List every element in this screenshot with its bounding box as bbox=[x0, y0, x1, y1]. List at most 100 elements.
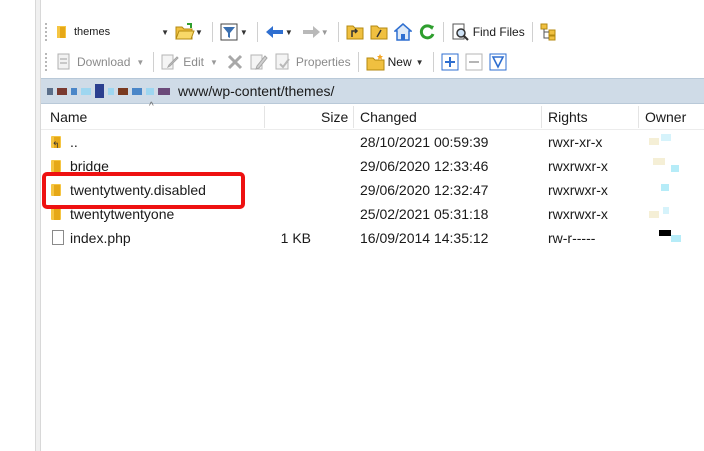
root-directory-button[interactable] bbox=[367, 21, 391, 43]
remote-file-list[interactable]: Name ^ Size Changed Rights Owner ↰ .. 28… bbox=[41, 101, 704, 451]
toolbar-separator bbox=[153, 52, 155, 72]
file-changed: 25/02/2021 05:31:18 bbox=[360, 206, 489, 222]
chevron-down-icon[interactable]: ▼ bbox=[195, 28, 203, 37]
toolbar-separator bbox=[357, 52, 359, 72]
toolbar-file-actions: Download ▼ Edit ▼ Properties New ▼ bbox=[41, 47, 704, 77]
chevron-down-icon[interactable]: ▼ bbox=[161, 28, 169, 37]
chevron-down-icon[interactable]: ▼ bbox=[321, 28, 329, 37]
home-icon bbox=[392, 23, 413, 41]
properties-icon bbox=[274, 53, 292, 71]
file-size bbox=[251, 154, 311, 178]
arrow-right-icon bbox=[301, 23, 320, 41]
minus-icon bbox=[465, 53, 483, 71]
download-icon bbox=[55, 53, 73, 71]
location-combo-value: themes bbox=[74, 26, 111, 38]
rename-button[interactable] bbox=[247, 51, 271, 73]
file-name: .. bbox=[70, 134, 78, 150]
redacted-owner bbox=[659, 230, 671, 236]
edit-label: Edit bbox=[183, 55, 204, 69]
column-header-changed[interactable]: Changed bbox=[360, 104, 417, 130]
redacted-owner bbox=[661, 134, 671, 141]
file-rights: rwxrwxr-x bbox=[548, 182, 608, 198]
toolbar-grip[interactable] bbox=[45, 53, 48, 71]
redacted-owner bbox=[653, 158, 665, 165]
folder-icon bbox=[50, 206, 66, 222]
edit-icon bbox=[161, 53, 180, 71]
download-button[interactable]: Download ▼ bbox=[52, 51, 149, 73]
redacted-owner bbox=[671, 235, 681, 242]
column-header-name[interactable]: Name bbox=[50, 104, 87, 130]
redacted-owner bbox=[649, 138, 659, 145]
toolbar-grip[interactable] bbox=[45, 23, 48, 41]
path-bar[interactable]: www/wp-content/themes/ bbox=[41, 78, 704, 104]
column-divider[interactable] bbox=[638, 106, 639, 128]
file-changed: 29/06/2020 12:33:46 bbox=[360, 158, 489, 174]
file-row[interactable]: twentytwenty.disabled 29/06/2020 12:32:4… bbox=[41, 178, 704, 202]
file-name: twentytwenty.disabled bbox=[70, 182, 206, 198]
select-files-button[interactable] bbox=[438, 51, 462, 73]
redacted-owner bbox=[661, 184, 669, 191]
current-path: www/wp-content/themes/ bbox=[178, 83, 335, 99]
chevron-down-icon[interactable]: ▼ bbox=[240, 28, 248, 37]
redacted-owner bbox=[649, 211, 659, 218]
arrow-left-icon bbox=[265, 23, 283, 41]
column-divider[interactable] bbox=[264, 106, 265, 128]
properties-button[interactable]: Properties bbox=[271, 51, 354, 73]
filter-button[interactable]: ▼ bbox=[217, 21, 253, 43]
filter-files-button[interactable] bbox=[486, 51, 510, 73]
toolbar-navigation: themes ▼ ▼ ▼ ▼ ▼ Find Files bbox=[41, 17, 704, 47]
file-row[interactable]: bridge 29/06/2020 12:33:46 rwxrwxr-x bbox=[41, 154, 704, 178]
forward-button[interactable]: ▼ bbox=[298, 21, 334, 43]
file-name: index.php bbox=[70, 230, 131, 246]
folder-icon bbox=[50, 158, 66, 174]
column-divider[interactable] bbox=[541, 106, 542, 128]
file-row[interactable]: index.php 1 KB 16/09/2014 14:35:12 rw-r-… bbox=[41, 226, 704, 250]
file-changed: 28/10/2021 00:59:39 bbox=[360, 134, 489, 150]
chevron-down-icon[interactable]: ▼ bbox=[136, 58, 144, 67]
sort-ascending-icon: ^ bbox=[149, 101, 154, 112]
new-folder-icon bbox=[366, 53, 385, 71]
filter-icon bbox=[220, 23, 238, 41]
toolbar-separator bbox=[211, 22, 213, 42]
new-button[interactable]: New ▼ bbox=[363, 51, 429, 73]
location-combo[interactable]: themes ▼ bbox=[52, 21, 172, 43]
file-size bbox=[251, 178, 311, 202]
file-list-header: Name ^ Size Changed Rights Owner bbox=[41, 101, 704, 130]
chevron-down-icon[interactable]: ▼ bbox=[210, 58, 218, 67]
unselect-files-button[interactable] bbox=[462, 51, 486, 73]
find-files-button[interactable]: Find Files bbox=[448, 21, 528, 43]
toolbar-separator bbox=[432, 52, 434, 72]
parent-directory-button[interactable] bbox=[343, 21, 367, 43]
edit-button[interactable]: Edit ▼ bbox=[158, 51, 223, 73]
column-header-owner[interactable]: Owner bbox=[645, 104, 686, 130]
back-button[interactable]: ▼ bbox=[262, 21, 298, 43]
delete-icon bbox=[226, 53, 244, 71]
parent-folder-icon bbox=[346, 23, 364, 41]
tree-view-button[interactable] bbox=[537, 21, 561, 43]
open-directory-button[interactable]: ▼ bbox=[172, 21, 208, 43]
chevron-down-icon[interactable]: ▼ bbox=[416, 58, 424, 67]
file-rights: rwxrwxr-x bbox=[548, 158, 608, 174]
folder-icon bbox=[56, 25, 68, 39]
new-label: New bbox=[387, 55, 412, 69]
plus-icon bbox=[441, 53, 459, 71]
file-rights: rwxr-xr-x bbox=[548, 134, 603, 150]
file-size: 1 KB bbox=[280, 230, 311, 246]
properties-label: Properties bbox=[295, 55, 351, 69]
home-directory-button[interactable] bbox=[391, 21, 415, 43]
file-manager-window: themes ▼ ▼ ▼ ▼ ▼ Find Files Download ▼ E… bbox=[0, 0, 704, 451]
column-divider[interactable] bbox=[353, 106, 354, 128]
file-rights: rw-r----- bbox=[548, 230, 596, 246]
delete-button[interactable] bbox=[223, 51, 247, 73]
file-row[interactable]: ↰ .. 28/10/2021 00:59:39 rwxr-xr-x bbox=[41, 130, 704, 154]
column-header-rights[interactable]: Rights bbox=[548, 104, 588, 130]
refresh-button[interactable] bbox=[415, 21, 439, 43]
file-name: twentytwentyone bbox=[70, 206, 175, 222]
chevron-down-icon[interactable]: ▼ bbox=[285, 28, 293, 37]
redacted-owner bbox=[671, 165, 679, 172]
column-header-size[interactable]: Size bbox=[321, 104, 348, 130]
find-files-label: Find Files bbox=[472, 25, 525, 39]
file-row[interactable]: twentytwentyone 25/02/2021 05:31:18 rwxr… bbox=[41, 202, 704, 226]
root-folder-icon bbox=[370, 23, 388, 41]
redacted-path-prefix bbox=[47, 84, 174, 98]
